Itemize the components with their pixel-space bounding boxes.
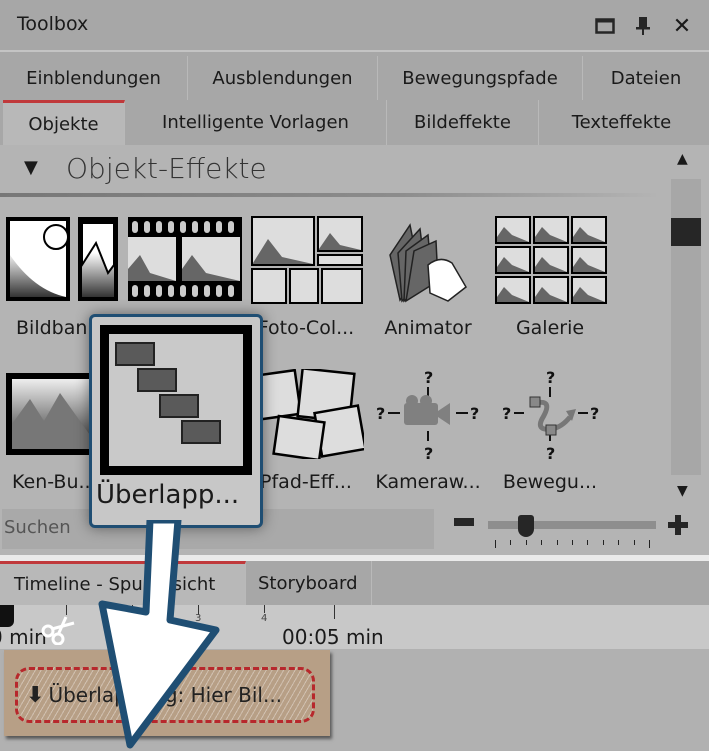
drop-arrow-icon: ⬇ — [26, 682, 45, 708]
tab-einblendungen[interactable]: Einblendungen — [0, 56, 188, 100]
window-title: Toolbox — [17, 13, 89, 35]
effect-tile-bewegungspfad[interactable]: ???? Bewegu... — [490, 369, 610, 499]
maximize-button[interactable] — [593, 14, 617, 38]
zoom-tick — [571, 540, 573, 545]
effect-label: Kameraw... — [375, 471, 481, 493]
drag-preview-label: Überlapp... — [96, 480, 240, 510]
tutorial-arrow-icon — [98, 520, 220, 749]
maximize-icon — [595, 18, 615, 34]
tab-intelligente-vorlagen[interactable]: Intelligente Vorlagen — [125, 100, 387, 145]
effect-tile-kamerawege[interactable]: ???? Kameraw... — [368, 369, 488, 499]
playhead[interactable] — [0, 605, 14, 627]
zoom-tick — [541, 540, 543, 545]
photo-collage-icon — [251, 216, 363, 304]
ruler-tick — [334, 605, 335, 619]
tab-row-top: Einblendungen Ausblendungen Bewegungspfa… — [0, 56, 709, 100]
scissors-icon[interactable] — [40, 615, 76, 645]
zoom-slider-ticks — [495, 540, 650, 548]
section-title: Objekt-Effekte — [66, 152, 267, 185]
drag-preview-overlap[interactable]: Überlapp... — [89, 314, 263, 528]
effect-tile-pfad-effekt[interactable]: Pfad-Eff... — [246, 369, 366, 499]
gallery-grid-icon — [495, 216, 607, 304]
svg-text:?: ? — [546, 369, 555, 387]
ruler-tick — [66, 605, 67, 615]
tab-bildeffekte[interactable]: Bildeffekte — [387, 100, 539, 145]
section-divider — [0, 193, 660, 197]
zoom-out-icon[interactable] — [454, 518, 474, 526]
toolbox-window: Toolbox ✕ Einblendungen Ausblendungen Be… — [0, 0, 709, 751]
motion-path-icon: ???? — [502, 369, 599, 459]
zoom-tick — [633, 540, 635, 545]
tab-row-bottom: Objekte Intelligente Vorlagen Bildeffekt… — [0, 100, 709, 145]
effect-tile-foto-collage[interactable]: Foto-Col... — [246, 215, 366, 345]
image-banner-icon — [6, 217, 118, 301]
effect-label: Galerie — [515, 317, 585, 339]
filmstrip-icon — [128, 217, 242, 301]
section-header[interactable]: ▼ Objekt-Effekte — [0, 145, 665, 195]
zoom-tick — [556, 540, 558, 545]
effect-tile-galerie[interactable]: Galerie — [490, 215, 610, 345]
title-bar: Toolbox ✕ — [0, 0, 709, 52]
tab-objekte[interactable]: Objekte — [3, 100, 125, 145]
collapse-triangle-icon[interactable]: ▼ — [24, 157, 38, 178]
zoom-tick — [510, 540, 512, 545]
effect-label: Animator — [384, 317, 472, 339]
tab-texteffekte[interactable]: Texteffekte — [539, 100, 704, 145]
svg-text:?: ? — [502, 404, 511, 423]
overlap-icon — [100, 325, 252, 475]
flipbook-icon — [389, 223, 467, 303]
svg-text:?: ? — [546, 444, 555, 459]
zoom-tick — [525, 540, 527, 545]
path-effect-icon — [249, 369, 364, 459]
effect-label: Bewegu... — [502, 471, 598, 493]
svg-text:?: ? — [590, 404, 599, 423]
svg-text:?: ? — [376, 404, 385, 423]
close-icon: ✕ — [672, 13, 692, 39]
close-button[interactable]: ✕ — [670, 13, 694, 39]
zoom-tick — [587, 540, 589, 545]
effect-label: Foto-Col... — [257, 317, 355, 339]
svg-text:?: ? — [470, 404, 479, 423]
vertical-scrollbar[interactable]: ▲ ▼ — [670, 145, 701, 505]
pin-icon — [636, 17, 650, 35]
zoom-tick — [648, 540, 650, 548]
zoom-tick — [602, 540, 604, 545]
zoom-in-icon[interactable] — [668, 515, 688, 535]
camera-movement-icon: ???? — [376, 369, 479, 459]
tab-bewegungspfade[interactable]: Bewegungspfade — [378, 56, 583, 100]
scroll-down-icon[interactable]: ▼ — [677, 483, 688, 499]
pin-button[interactable] — [631, 14, 655, 38]
zoom-tick — [618, 540, 620, 545]
effect-label: Pfad-Eff... — [260, 471, 352, 493]
zoom-tick — [495, 540, 496, 548]
zoom-slider-track[interactable] — [488, 521, 656, 529]
tab-ausblendungen[interactable]: Ausblendungen — [188, 56, 378, 100]
scroll-thumb[interactable] — [671, 218, 701, 246]
scroll-up-icon[interactable]: ▲ — [677, 151, 688, 167]
svg-text:?: ? — [424, 369, 433, 387]
svg-text:?: ? — [424, 444, 433, 459]
zoom-slider-thumb[interactable] — [517, 515, 534, 537]
tab-dateien[interactable]: Dateien — [583, 56, 709, 100]
effect-tile-animator[interactable]: Animator — [368, 215, 488, 345]
